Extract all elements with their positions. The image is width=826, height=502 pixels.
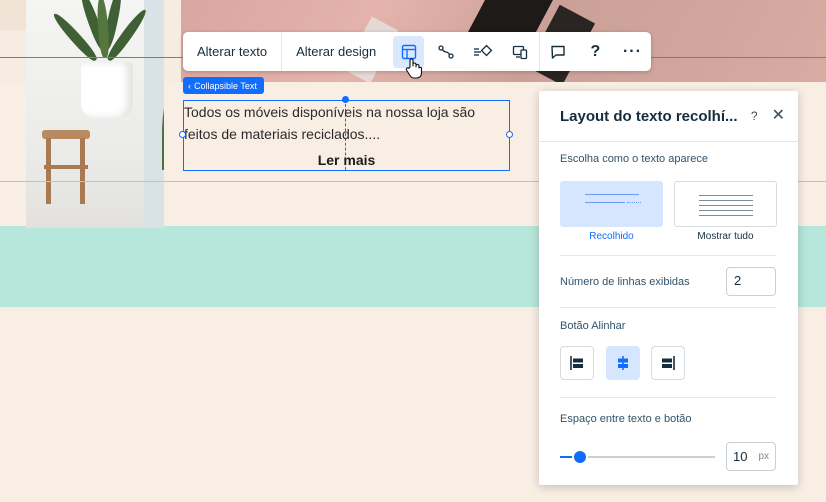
section-divider [560,307,776,308]
rotate-handle[interactable] [342,96,349,103]
canvas-left-strip [0,0,26,30]
align-center-button[interactable] [606,346,640,380]
spacing-slider[interactable] [560,451,715,463]
resize-handle-left[interactable] [179,131,186,138]
layout-panel: Layout do texto recolhí... ? ✕ Escolha c… [539,91,798,485]
lines-label: Número de linhas exibidas [560,276,690,288]
align-left-icon [570,356,583,370]
help-icon[interactable]: ? [580,36,611,68]
more-icon[interactable]: ··· [617,36,648,68]
section-divider [560,255,776,256]
close-icon[interactable]: ✕ [772,108,785,124]
spacing-label: Espaço entre texto e botão [560,413,692,425]
comment-icon[interactable] [543,36,574,68]
help-icon[interactable]: ? [751,109,758,123]
change-design-button[interactable]: Alterar design [282,32,390,71]
chevron-left-icon: ‹ [188,80,191,91]
show-all-option-label: Mostrar tudo [697,231,754,242]
text-appearance-label: Escolha como o texto aparece [560,153,708,165]
align-right-icon [662,356,675,370]
help-glyph: ? [590,42,601,60]
collapsed-option[interactable] [560,181,663,227]
align-label: Botão Alinhar [560,320,626,332]
more-glyph: ··· [622,42,642,60]
spacing-unit: px [758,451,769,462]
plant-photo [26,0,164,228]
collapsible-text-body[interactable]: Todos os móveis disponíveis na nossa loj… [184,101,506,145]
connect-icon[interactable] [468,36,499,68]
panel-title: Layout do texto recolhí... [560,107,738,125]
element-tag-label: Collapsible Text [194,80,257,91]
align-right-button[interactable] [651,346,685,380]
spacing-value: 10 [733,449,748,464]
spacing-input[interactable]: 10 px [726,442,776,471]
align-center-icon [618,356,628,370]
resize-handle-right[interactable] [506,131,513,138]
section-divider [560,397,776,398]
align-left-button[interactable] [560,346,594,380]
panel-header: Layout do texto recolhí... ? ✕ [539,91,798,142]
element-tag[interactable]: ‹ Collapsible Text [183,77,264,94]
mobile-icon[interactable] [505,36,536,68]
show-all-option[interactable] [674,181,777,227]
collapsed-option-label: Recolhido [589,231,634,242]
animation-icon[interactable] [430,36,461,68]
lines-input[interactable]: 2 [726,267,776,296]
hand-cursor-icon [405,58,423,79]
read-more-button[interactable]: Ler mais [184,152,509,168]
change-text-button[interactable]: Alterar texto [183,32,281,71]
toolbar-divider [538,32,540,71]
spacing-slider-handle[interactable] [574,451,587,463]
